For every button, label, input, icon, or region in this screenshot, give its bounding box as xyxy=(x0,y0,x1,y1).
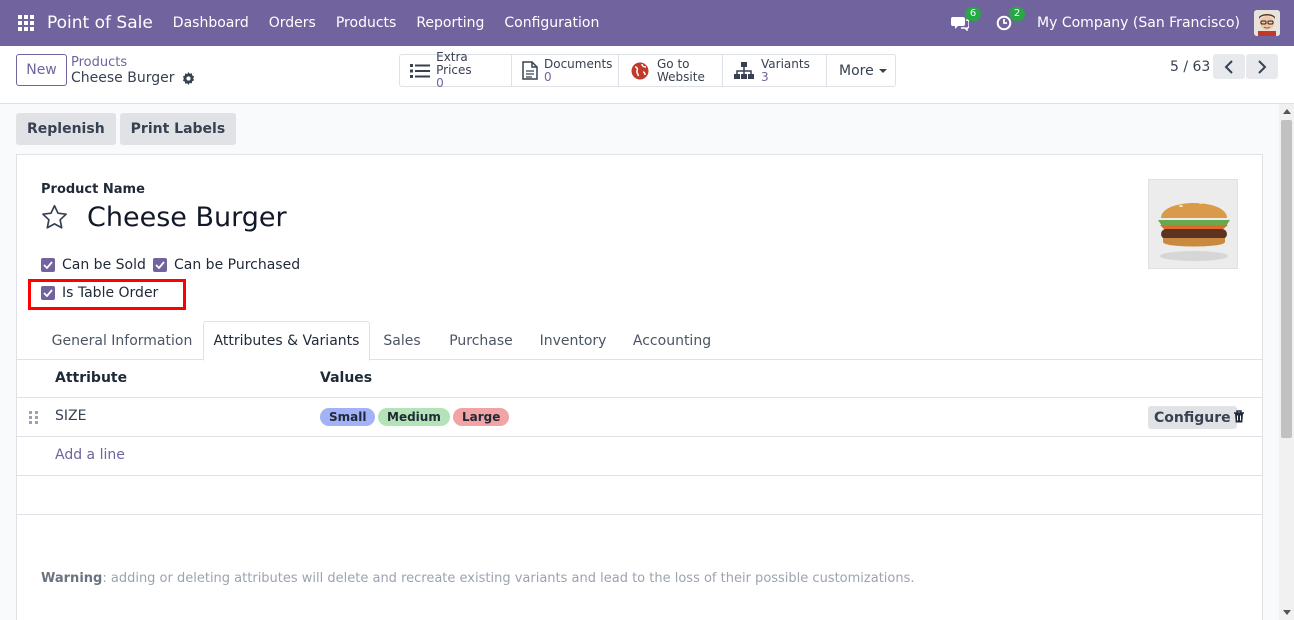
smart-buttons: Extra Prices 0 Documents 0 Go to Website Va… xyxy=(399,51,896,90)
table-row[interactable]: SIZE Small Medium Large Configure xyxy=(17,398,1262,437)
chevron-left-icon xyxy=(1224,59,1233,74)
value-tag-large[interactable]: Large xyxy=(453,408,510,426)
product-image[interactable] xyxy=(1148,179,1238,269)
tab-sales[interactable]: Sales xyxy=(374,321,430,360)
tab-purchase[interactable]: Purchase xyxy=(437,321,525,360)
extra-prices-label: Extra Prices xyxy=(436,50,472,77)
go-to-website-button[interactable]: Go to Website xyxy=(619,55,723,86)
can-be-sold-label: Can be Sold xyxy=(62,257,146,273)
check-icon xyxy=(153,258,167,272)
scroll-down-icon[interactable] xyxy=(1283,610,1291,615)
highlight-box xyxy=(28,279,186,310)
extra-prices-button[interactable]: Extra Prices 0 xyxy=(400,51,512,90)
top-navbar: Point of Sale Dashboard Orders Products … xyxy=(0,0,1294,46)
app-name[interactable]: Point of Sale xyxy=(47,13,153,33)
chevron-right-icon xyxy=(1258,59,1267,74)
apps-menu-icon[interactable] xyxy=(18,15,34,31)
go-to-label: Go to xyxy=(657,56,690,71)
menu-dashboard[interactable]: Dashboard xyxy=(173,15,249,31)
product-name-field[interactable]: Cheese Burger xyxy=(87,202,287,233)
new-button[interactable]: New xyxy=(16,54,67,86)
check-icon xyxy=(41,258,55,272)
company-switcher[interactable]: My Company (San Francisco) xyxy=(1037,15,1240,31)
menu-configuration[interactable]: Configuration xyxy=(504,15,599,31)
sitemap-icon xyxy=(733,60,755,82)
website-label: Website xyxy=(657,69,705,84)
value-tag-small[interactable]: Small xyxy=(320,408,376,426)
warning-message: : adding or deleting attributes will del… xyxy=(102,571,915,586)
tab-inventory[interactable]: Inventory xyxy=(529,321,617,360)
tab-accounting[interactable]: Accounting xyxy=(623,321,721,360)
add-line-row: Add a line xyxy=(17,437,1262,476)
value-tag-medium[interactable]: Medium xyxy=(378,408,450,426)
star-icon[interactable] xyxy=(41,204,68,234)
messages-button[interactable]: 6 xyxy=(949,7,982,34)
pager-previous-button[interactable] xyxy=(1213,54,1245,79)
trash-icon[interactable] xyxy=(1233,410,1245,427)
activities-button[interactable]: 2 xyxy=(993,7,1026,34)
menu-reporting[interactable]: Reporting xyxy=(416,15,484,31)
documents-value: 0 xyxy=(544,69,552,84)
product-name-label: Product Name xyxy=(41,182,145,197)
pager-next-button[interactable] xyxy=(1246,54,1278,79)
breadcrumb-current-label: Cheese Burger xyxy=(71,70,175,86)
more-dropdown[interactable]: More xyxy=(827,55,895,86)
can-be-purchased-checkbox[interactable]: Can be Purchased xyxy=(153,257,300,273)
variants-button[interactable]: Variants 3 xyxy=(723,55,827,86)
notebook-tabs: General Information Attributes & Variant… xyxy=(17,321,1262,361)
document-icon xyxy=(522,60,538,82)
drag-handle-icon[interactable] xyxy=(29,411,38,424)
menu-orders[interactable]: Orders xyxy=(269,15,316,31)
breadcrumb-current: Cheese Burger xyxy=(71,70,195,86)
documents-button[interactable]: Documents 0 xyxy=(512,55,619,86)
control-panel: New Products Cheese Burger Extra Prices 0… xyxy=(0,46,1294,104)
form-sheet: Product Name Cheese Burger Can be Sold C… xyxy=(16,154,1263,620)
tab-general-information[interactable]: General Information xyxy=(44,321,200,360)
activities-count-badge: 2 xyxy=(1009,7,1026,21)
scroll-thumb[interactable] xyxy=(1281,120,1292,438)
warning-label: Warning xyxy=(41,571,103,586)
variants-label: Variants xyxy=(761,56,810,71)
messages-count-badge: 6 xyxy=(965,7,982,21)
scroll-up-icon[interactable] xyxy=(1283,109,1291,114)
can-be-sold-checkbox[interactable]: Can be Sold xyxy=(41,257,146,273)
can-be-purchased-label: Can be Purchased xyxy=(174,257,301,273)
replenish-button[interactable]: Replenish xyxy=(16,113,116,145)
globe-icon xyxy=(629,60,651,82)
column-values[interactable]: Values xyxy=(320,370,372,386)
add-a-line-link[interactable]: Add a line xyxy=(55,447,125,463)
caret-down-icon xyxy=(878,68,887,73)
user-avatar[interactable] xyxy=(1254,10,1280,36)
extra-prices-value: 0 xyxy=(436,76,444,90)
breadcrumb-parent[interactable]: Products xyxy=(71,55,127,70)
list-icon xyxy=(410,60,431,82)
pager-value[interactable]: 5 / 63 xyxy=(1170,59,1210,75)
page-scrollbar[interactable] xyxy=(1279,104,1294,620)
more-label: More xyxy=(839,62,874,79)
documents-label: Documents xyxy=(544,56,613,71)
attributes-table-header: Attribute Values xyxy=(17,360,1262,398)
configure-button[interactable]: Configure xyxy=(1148,406,1237,429)
variants-value: 3 xyxy=(761,69,769,84)
empty-row xyxy=(17,476,1262,515)
tab-attributes-variants[interactable]: Attributes & Variants xyxy=(203,321,370,361)
warning-text: Warning: adding or deleting attributes w… xyxy=(41,571,915,586)
form-actions: Replenish Print Labels xyxy=(16,113,237,145)
gear-icon[interactable] xyxy=(182,71,195,85)
column-attribute[interactable]: Attribute xyxy=(55,370,127,386)
print-labels-button[interactable]: Print Labels xyxy=(119,113,237,145)
attribute-cell[interactable]: SIZE xyxy=(55,408,86,424)
menu-products[interactable]: Products xyxy=(336,15,396,31)
